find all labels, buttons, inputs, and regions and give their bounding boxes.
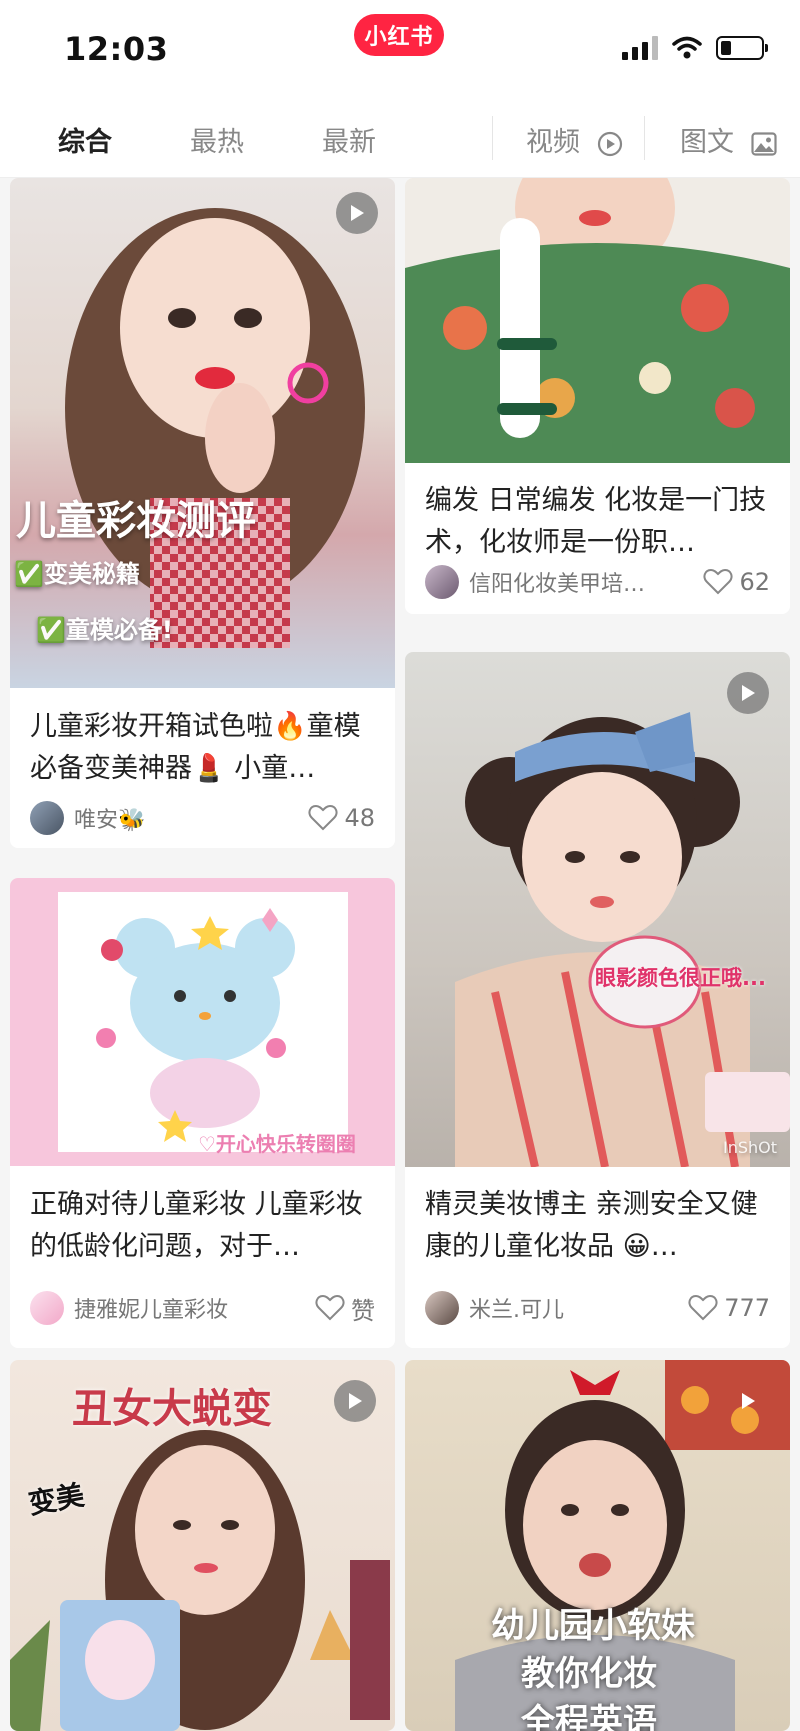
tab-image-text[interactable]: 图文 <box>680 120 777 159</box>
note-meta: 信阳化妆美甲培… 62 <box>425 564 770 600</box>
like-count-value: 777 <box>724 1294 770 1322</box>
play-circle-icon <box>597 131 622 156</box>
tab-video-label: 视频 <box>526 127 580 158</box>
author-name[interactable]: 唯安🐝 <box>74 802 308 834</box>
note-card[interactable]: 眼影颜色很正哦... InShOt 精灵美妆博主 亲测安全又健康的儿童化妆品 😀… <box>405 652 790 1348</box>
bear-illustration <box>58 892 348 1152</box>
tab-image-text-label: 图文 <box>680 127 734 158</box>
note-cover-image <box>405 178 790 463</box>
tab-hottest[interactable]: 最热 <box>190 120 244 159</box>
cover-caption-line: 教你化妆 <box>521 1654 657 1694</box>
note-card[interactable]: ♡开心快乐转圈圈 正确对待儿童彩妆 儿童彩妆的低龄化问题，对于… 捷雅妮儿童彩妆… <box>10 878 395 1348</box>
status-icons <box>622 36 768 60</box>
heart-icon <box>703 569 733 595</box>
filter-tabbar: 综合 最热 最新 视频 图文 <box>0 100 800 178</box>
avatar[interactable] <box>425 1291 459 1325</box>
cover-caption: 眼影颜色很正哦... <box>595 966 766 990</box>
tab-newest[interactable]: 最新 <box>322 120 376 159</box>
note-cover-image: 丑女大蜕变 变美 <box>10 1360 395 1731</box>
play-icon <box>727 672 769 714</box>
cover-caption-line: 全程英语 <box>521 1702 657 1731</box>
like-count[interactable]: 777 <box>688 1294 770 1322</box>
watermark: InShOt <box>723 1138 778 1157</box>
tab-video[interactable]: 视频 <box>526 120 623 159</box>
avatar[interactable] <box>30 1291 64 1325</box>
note-title: 精灵美妆博主 亲测安全又健康的儿童化妆品 😀… <box>425 1189 758 1262</box>
author-name[interactable]: 捷雅妮儿童彩妆 <box>74 1292 315 1324</box>
heart-icon <box>308 805 338 831</box>
like-count[interactable]: 赞 <box>315 1291 375 1326</box>
author-name[interactable]: 信阳化妆美甲培… <box>469 566 703 598</box>
status-bar: 12:03 小红书 <box>0 0 800 100</box>
note-cover-image: 眼影颜色很正哦... InShOt <box>405 652 790 1167</box>
note-meta: 米兰.可儿 777 <box>425 1290 770 1326</box>
note-title: 儿童彩妆开箱试色啦🔥童模必备变美神器💄 小童… <box>30 711 361 784</box>
tab-divider <box>492 116 493 160</box>
like-count[interactable]: 48 <box>308 804 375 832</box>
note-card[interactable]: 编发 日常编发 化妆是一门技术，化妆师是一份职… 信阳化妆美甲培… 62 <box>405 178 790 614</box>
avatar[interactable] <box>30 801 64 835</box>
cover-caption-line: ✅童模必备! <box>36 616 173 644</box>
child-portrait-illustration <box>405 178 790 463</box>
child-portrait-illustration <box>455 712 790 1167</box>
note-card[interactable]: 丑女大蜕变 变美 <box>10 1360 395 1731</box>
app-logo: 小红书 <box>354 14 444 56</box>
note-title: 编发 日常编发 化妆是一门技术，化妆师是一份职… <box>425 485 767 558</box>
wifi-icon <box>672 36 702 59</box>
avatar[interactable] <box>425 565 459 599</box>
author-name[interactable]: 米兰.可儿 <box>469 1292 688 1324</box>
heart-icon <box>688 1295 718 1321</box>
image-icon <box>750 131 777 156</box>
heart-icon <box>315 1295 345 1321</box>
note-card[interactable]: 儿童彩妆测评 ✅变美秘籍 ✅童模必备! 儿童彩妆开箱试色啦🔥童模必备变美神器💄 … <box>10 178 395 848</box>
cover-caption-line: 幼儿园小软妹 <box>491 1606 695 1646</box>
play-icon <box>336 192 378 234</box>
tab-all[interactable]: 综合 <box>58 120 112 159</box>
play-icon <box>727 1380 769 1422</box>
note-title: 正确对待儿童彩妆 儿童彩妆的低龄化问题，对于… <box>30 1189 363 1262</box>
like-count-value: 62 <box>739 568 770 596</box>
like-count-value: 赞 <box>351 1296 375 1325</box>
status-time: 12:03 <box>64 30 169 68</box>
note-meta: 捷雅妮儿童彩妆 赞 <box>30 1290 375 1326</box>
play-icon <box>334 1380 376 1422</box>
cover-headline: 丑女大蜕变 <box>72 1386 272 1432</box>
note-card[interactable]: 幼儿园小软妹 教你化妆 全程英语 <box>405 1360 790 1731</box>
tab-divider <box>644 116 645 160</box>
note-cover-image: ♡开心快乐转圈圈 <box>10 878 395 1166</box>
like-count[interactable]: 62 <box>703 568 770 596</box>
cover-caption: ♡开心快乐转圈圈 <box>198 1132 356 1156</box>
like-count-value: 48 <box>344 804 375 832</box>
battery-icon <box>716 36 768 60</box>
cover-caption-line: ✅变美秘籍 <box>14 560 140 588</box>
note-meta: 唯安🐝 48 <box>30 800 375 836</box>
note-cover-image: 儿童彩妆测评 ✅变美秘籍 ✅童模必备! <box>10 178 395 688</box>
signal-icon <box>622 36 658 60</box>
cover-headline: 儿童彩妆测评 <box>16 498 256 544</box>
